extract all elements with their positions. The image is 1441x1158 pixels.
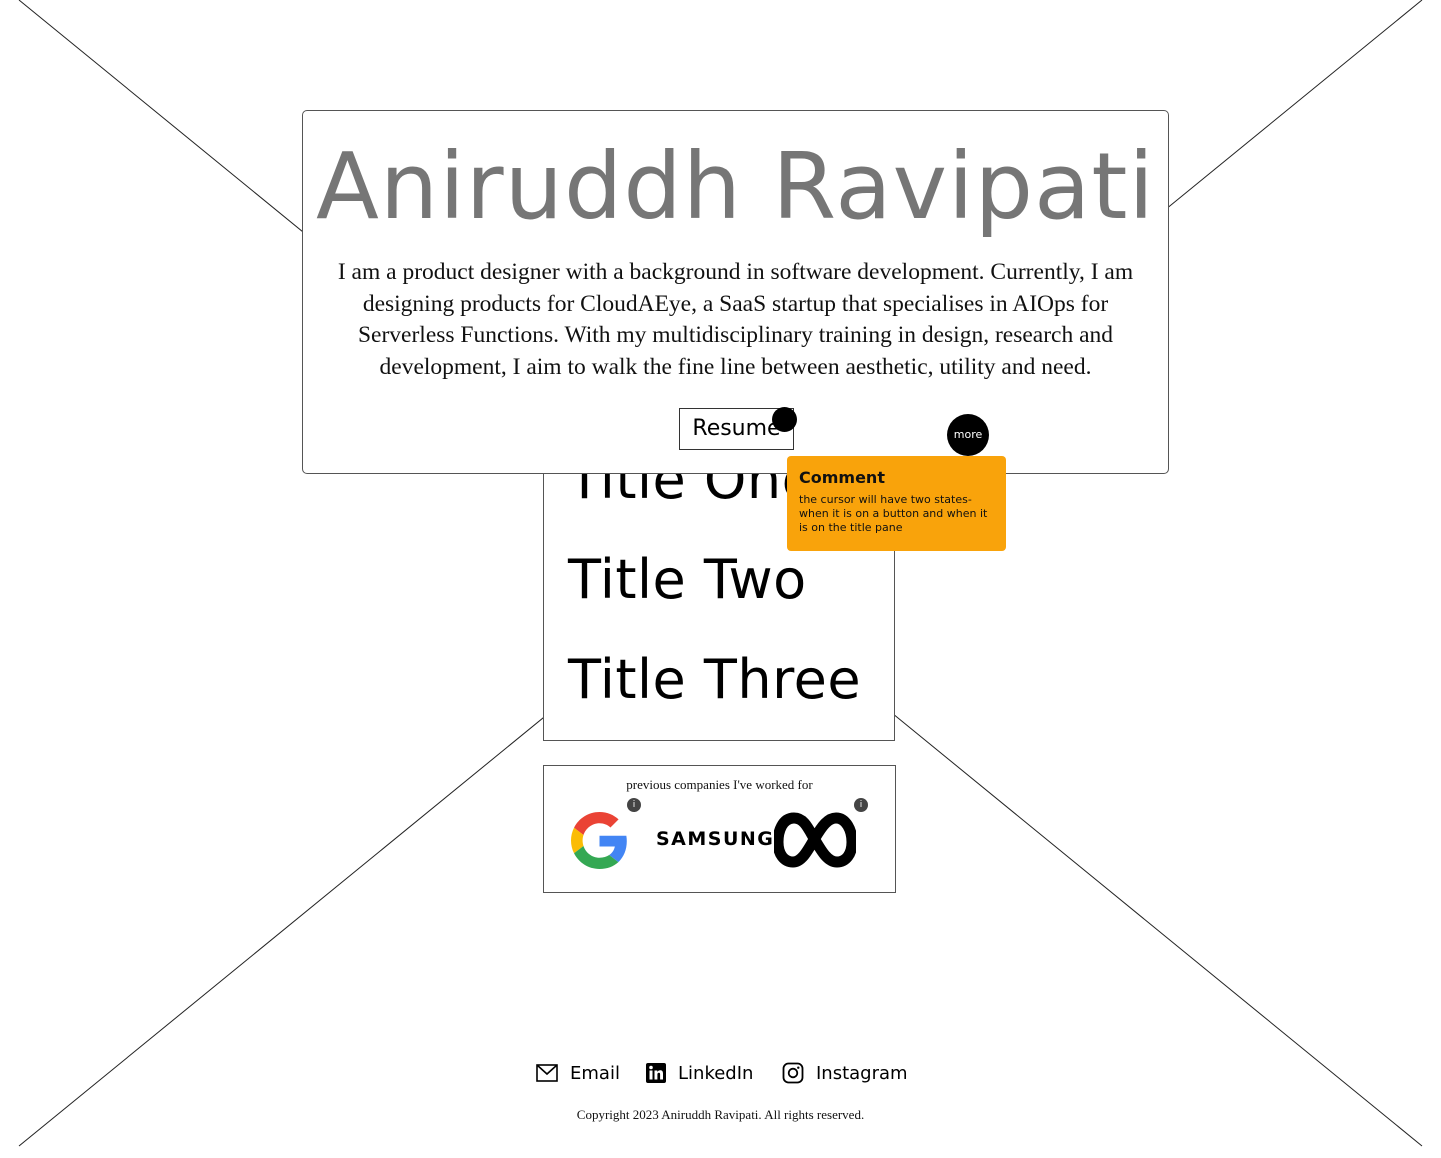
comment-body: the cursor will have two states- when it… <box>799 493 988 534</box>
hero-bio: I am a product designer with a backgroun… <box>337 259 1134 380</box>
more-button[interactable]: more <box>947 414 989 456</box>
title-item-three[interactable]: Title Three <box>568 653 861 707</box>
comment-title: Comment <box>799 468 885 487</box>
companies-card: previous companies I've worked for i i S… <box>543 765 896 893</box>
info-icon[interactable]: i <box>854 798 868 812</box>
copyright-text: Copyright 2023 Aniruddh Ravipati. All ri… <box>576 1107 865 1122</box>
companies-caption: previous companies I've worked for <box>626 777 813 792</box>
linkedin-link[interactable]: LinkedIn <box>646 1060 753 1086</box>
info-icon[interactable]: i <box>627 798 641 812</box>
instagram-link-label: Instagram <box>816 1062 908 1084</box>
email-link-label: Email <box>570 1062 620 1084</box>
linkedin-icon <box>646 1063 666 1083</box>
mail-icon <box>536 1064 558 1082</box>
hero-name: Aniruddh Ravipati <box>316 133 1155 240</box>
email-link[interactable]: Email <box>536 1060 620 1086</box>
google-logo[interactable] <box>571 812 628 869</box>
samsung-logo[interactable]: SAMSUNG <box>656 828 774 850</box>
design-comment: Comment the cursor will have two states-… <box>787 456 1006 551</box>
meta-logo[interactable] <box>774 810 856 870</box>
instagram-icon <box>782 1062 804 1084</box>
linkedin-link-label: LinkedIn <box>678 1062 754 1084</box>
instagram-link[interactable]: Instagram <box>782 1060 908 1086</box>
custom-cursor <box>772 407 797 432</box>
title-item-two[interactable]: Title Two <box>568 553 807 607</box>
hero-card: Aniruddh Ravipati I am a product designe… <box>302 110 1169 474</box>
